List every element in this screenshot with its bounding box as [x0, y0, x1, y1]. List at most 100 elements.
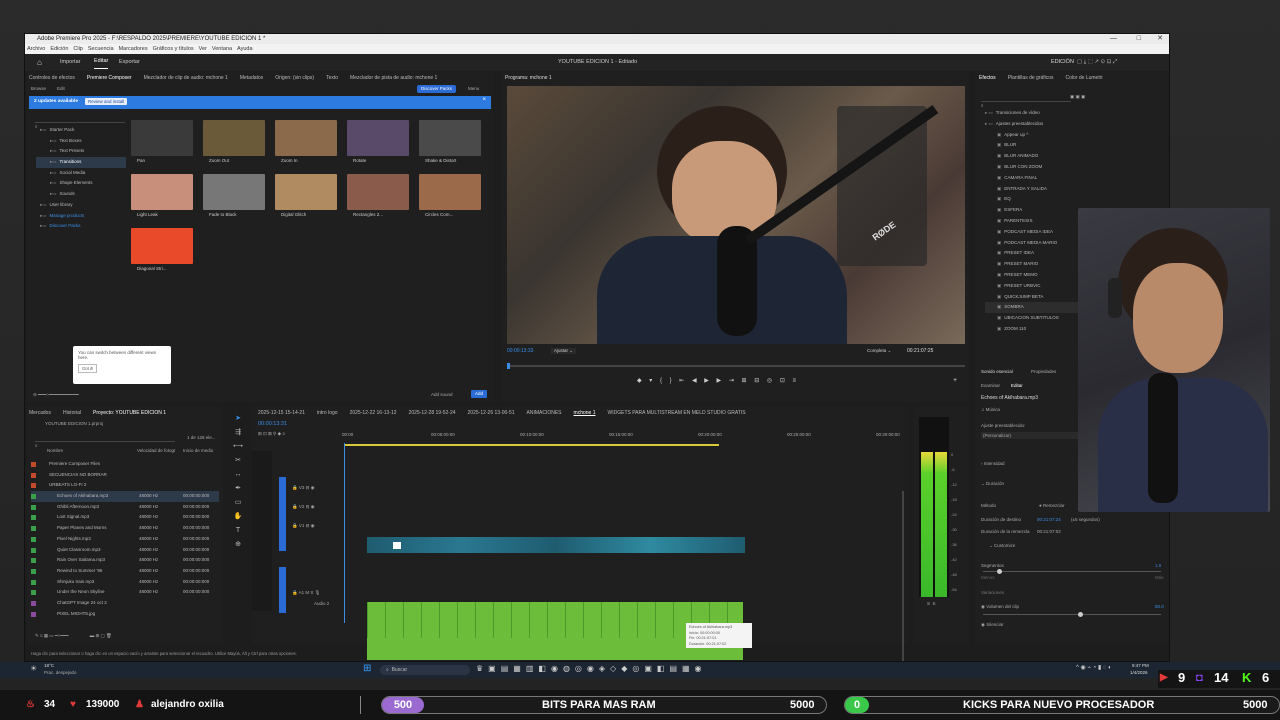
subtab-edit[interactable]: Edit — [57, 86, 65, 91]
project-row[interactable]: Premiere Composer Files — [31, 459, 219, 470]
tab-importar[interactable]: Importar — [60, 54, 80, 71]
tab-essential-sound[interactable]: Sonido esencial — [981, 369, 1013, 374]
track-a1[interactable]: 🔒 A1 M S 🎙 — [292, 590, 320, 596]
menu-item[interactable]: Ayuda — [237, 44, 253, 54]
tree-item[interactable]: ▸▭ Text Presets — [36, 146, 126, 157]
close-icon[interactable]: ✕ — [1157, 34, 1163, 44]
menu-item[interactable]: Clip — [73, 44, 82, 54]
program-timecode[interactable]: 00:00:13:33 — [507, 348, 533, 354]
project-row[interactable]: PIXEL MIGHT5.jpg — [31, 609, 219, 620]
menu-item[interactable]: Secuencia — [88, 44, 114, 54]
col-name[interactable]: Nombre — [47, 448, 63, 453]
tree-item[interactable]: ▸▭ Social Media — [36, 168, 126, 179]
transition-thumbnail[interactable] — [131, 120, 193, 156]
subtab-browse-sound[interactable]: Examinar — [981, 383, 1000, 388]
zoom-slider[interactable]: ⊖ ━━━○━━━━━━━━━━━ — [33, 392, 79, 398]
effect-preset[interactable]: ▣ CAMARA FINAL — [985, 173, 1165, 184]
effect-preset[interactable]: ▣ Appear up ^ — [985, 130, 1165, 141]
zoom-tool-icon[interactable]: ⊕ — [229, 538, 247, 552]
effect-preset[interactable]: ▣ EQ — [985, 194, 1165, 205]
transition-thumbnail[interactable] — [203, 120, 265, 156]
tab-properties[interactable]: Propiedades — [1031, 369, 1056, 374]
got-it-button[interactable]: Got it! — [78, 364, 98, 373]
source-tab[interactable]: Mezclador de pista de audio: mchone 1 — [350, 75, 437, 81]
clip-volume-label[interactable]: ◉ Volumen del clip — [981, 604, 1019, 610]
effects-tab[interactable]: Plantillas de gráficos — [1008, 75, 1054, 81]
ripple-edit-icon[interactable]: ⟷ — [229, 440, 247, 454]
effect-preset[interactable]: ▸ ▭ Ajustes preestablecidos — [985, 119, 1165, 130]
intensity-section[interactable]: › Intensidad — [981, 461, 1005, 466]
transition-thumbnail[interactable] — [131, 228, 193, 264]
transition-thumbnail[interactable] — [203, 174, 265, 210]
timeline-timecode[interactable]: 00:00:13:31 — [258, 421, 287, 427]
project-tab[interactable]: Historial — [63, 410, 81, 416]
pen-tool-icon[interactable]: ✒ — [229, 482, 247, 496]
tree-item[interactable]: ▸▭ Manage products — [36, 211, 126, 222]
subtab-edit-sound[interactable]: Editar — [1011, 383, 1023, 388]
transition-thumbnail[interactable] — [419, 174, 481, 210]
track-v1[interactable]: 🔒 V1 ⊟ ◉ — [292, 523, 315, 529]
workspace-label[interactable]: EDICIÓN — [1051, 54, 1074, 71]
workspace-icons[interactable]: ▢ ⤓ ⬚ ↗ ⊙ ⊡ ⤢ — [1077, 54, 1117, 71]
clip-volume-value[interactable]: 50.0 — [1155, 604, 1164, 609]
vertical-zoom-bar[interactable] — [902, 491, 904, 661]
effect-preset[interactable]: ▣ BLUR CON ZOOM — [985, 162, 1165, 173]
transition-thumbnail[interactable] — [275, 174, 337, 210]
tree-item[interactable]: ▸▭ Discover Packs — [36, 221, 126, 232]
tree-item[interactable]: ▸▭ Shape Elements — [36, 178, 126, 189]
meter-solo-buttons[interactable]: S S — [927, 601, 936, 606]
project-row[interactable]: Shinjuku train.mp3 48000 Hz 00:00:00:000 — [31, 577, 219, 588]
tree-item[interactable]: ▸▭ Text Boxes — [36, 136, 126, 147]
customize-section[interactable]: ⌄ Customize — [989, 543, 1015, 549]
type-tool-icon[interactable]: T — [229, 524, 247, 538]
discover-packs-button[interactable]: Discover Packs — [417, 85, 457, 93]
tree-item[interactable]: ▸▭ Sounds — [36, 189, 126, 200]
project-row[interactable]: ChatGPT Image 24 oct 2 — [31, 598, 219, 609]
project-tab[interactable]: Proyecto: YOUTUBE EDICION 1 — [93, 410, 166, 416]
subtab-browse[interactable]: Browse — [31, 86, 46, 91]
transition-thumbnail[interactable] — [347, 174, 409, 210]
project-row[interactable]: URBEATS LO-FI 2 — [31, 480, 219, 491]
minimize-icon[interactable]: — — [1110, 34, 1117, 44]
add-button[interactable]: Add — [471, 390, 487, 398]
source-tab[interactable]: Origen: (sin clips) — [275, 75, 314, 81]
weather-icon[interactable]: ☀ — [30, 664, 37, 673]
segments-value[interactable]: 1.0 — [1155, 563, 1161, 568]
method-value[interactable]: ● Remezclar — [1039, 503, 1064, 508]
sequence-tab[interactable]: 2025-12-28 19-52-24 — [409, 410, 456, 416]
project-row[interactable]: Under the Neon Skyline 48000 Hz 00:00:00:0… — [31, 587, 219, 598]
effect-preset[interactable]: ▣ BLUR — [985, 140, 1165, 151]
effect-preset[interactable]: ▣ BLUR ANIMADO — [985, 151, 1165, 162]
search-input[interactable]: ⌕ — [35, 115, 125, 129]
rectangle-tool-icon[interactable]: ▭ — [229, 496, 247, 510]
taskbar-search[interactable]: ⌕ Buscar — [380, 665, 470, 675]
track-v3[interactable]: 🔒 V3 ⊟ ◉ — [292, 485, 315, 491]
menu-item[interactable]: Ver — [199, 44, 207, 54]
hand-tool-icon[interactable]: ✋ — [229, 510, 247, 524]
taskbar-apps[interactable]: ♛▣▤▦▥◧◉◍◎◉◈◇◆◎▣◧▤▦◉ — [476, 664, 707, 673]
source-tab[interactable]: Premiere Composer — [87, 75, 132, 81]
sequence-tab[interactable]: WIDGETS PARA MULTISTREAM EN MELD STUDIO … — [608, 410, 746, 416]
menu-item[interactable]: Archivo — [27, 44, 45, 54]
music-type[interactable]: ♫ Música — [981, 407, 1000, 412]
project-row[interactable]: Pixel Nights.mp3 48000 Hz 00:00:00:000 — [31, 534, 219, 545]
effects-tab[interactable]: Color de Lumetri — [1066, 75, 1103, 81]
add-control-icon[interactable]: + — [953, 377, 957, 384]
effects-filter-icons[interactable]: ▣ ▣ ▣ — [1070, 94, 1085, 100]
sequence-tab[interactable]: 2025-12-15 15-14-21 — [258, 410, 305, 416]
menu-item[interactable]: Marcadores — [119, 44, 148, 54]
sequence-tab[interactable]: 2025-12-22 16-13-12 — [350, 410, 397, 416]
source-tab[interactable]: Controles de efectos — [29, 75, 75, 81]
transition-thumbnail[interactable] — [131, 174, 193, 210]
project-row[interactable]: Lost Signal.mp3 48000 Hz 00:00:00:000 — [31, 512, 219, 523]
sequence-tab[interactable]: intro logo — [317, 410, 338, 416]
project-row[interactable]: Ghibli Afternoon.mp3 48000 Hz 00:00:00:000 — [31, 502, 219, 513]
work-area-bar[interactable] — [344, 444, 719, 446]
project-row[interactable]: Rewind to Summer '95 48000 Hz 00:00:00:000 — [31, 566, 219, 577]
sequence-tab[interactable]: 2025-12-26 13-00-51 — [468, 410, 515, 416]
target-duration-value[interactable]: 00:21:07:24 — [1037, 517, 1061, 522]
effect-preset[interactable]: ▣ ENTRADA Y SALIDA — [985, 184, 1165, 195]
system-tray-icons[interactable]: ^ ◉ ⌁ ◔ ▮ ◌ ◐ — [1076, 664, 1112, 671]
playhead[interactable] — [344, 443, 345, 623]
project-row[interactable]: Quiet Classroom.mp3 48000 Hz 00:00:00:000 — [31, 545, 219, 556]
